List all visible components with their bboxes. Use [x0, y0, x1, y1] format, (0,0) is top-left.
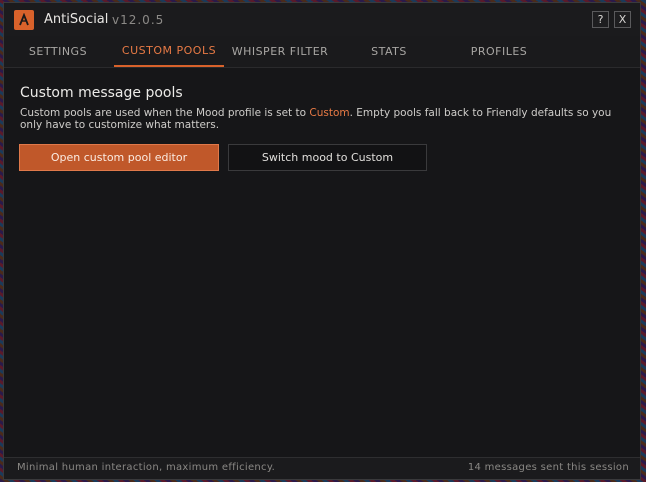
close-button[interactable]: X — [614, 11, 631, 28]
tab-settings[interactable]: SETTINGS — [18, 36, 98, 67]
tab-profiles[interactable]: PROFILES — [459, 36, 539, 67]
open-pool-editor-button[interactable]: Open custom pool editor — [19, 144, 219, 171]
tab-whisper-filter[interactable]: WHISPER FILTER — [230, 36, 330, 67]
tab-custom-pools[interactable]: CUSTOM POOLS — [114, 36, 224, 67]
content-panel: Custom message pools Custom pools are us… — [4, 68, 640, 458]
help-button[interactable]: ? — [592, 11, 609, 28]
switch-mood-button[interactable]: Switch mood to Custom — [228, 144, 427, 171]
tab-bar: SETTINGS CUSTOM POOLS WHISPER FILTER STA… — [4, 36, 640, 68]
section-title: Custom message pools — [20, 85, 183, 101]
status-bar: Minimal human interaction, maximum effic… — [4, 457, 640, 479]
title-bar[interactable]: AntiSocial v12.0.5 ? X — [4, 3, 640, 36]
app-title: AntiSocial — [44, 12, 109, 27]
app-version: v12.0.5 — [112, 13, 165, 27]
section-description: Custom pools are used when the Mood prof… — [20, 107, 630, 131]
status-message-count: 14 messages sent this session — [467, 462, 629, 473]
description-highlight: Custom — [309, 107, 350, 119]
app-window: AntiSocial v12.0.5 ? X SETTINGS CUSTOM P… — [3, 2, 641, 480]
status-tagline: Minimal human interaction, maximum effic… — [17, 462, 276, 473]
description-text-start: Custom pools are used when the Mood prof… — [20, 107, 310, 119]
antisocial-logo-icon — [14, 10, 34, 30]
tab-stats[interactable]: STATS — [354, 36, 424, 67]
